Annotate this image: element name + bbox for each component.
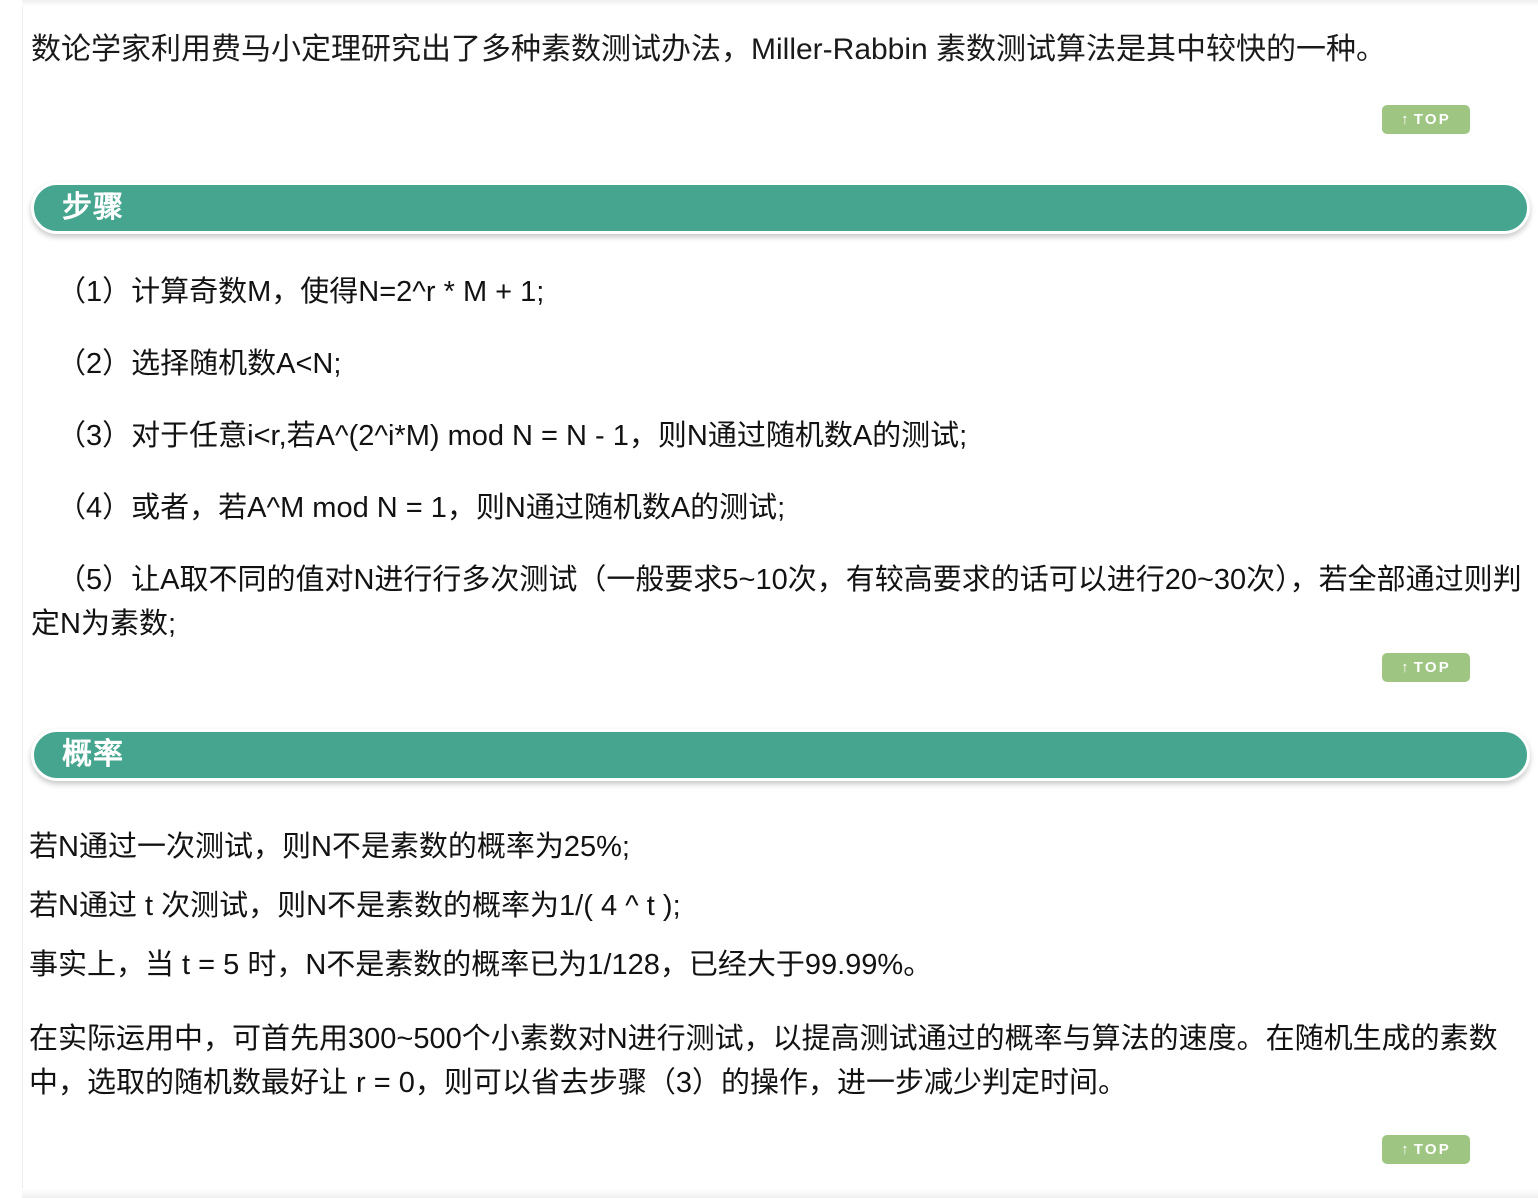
up-arrow-icon: ↑	[1401, 659, 1411, 676]
section-title-probability: 概率	[62, 738, 124, 771]
steps-list: （1）计算奇数M，使得N=2^r * M + 1; （2）选择随机数A<N; （…	[31, 270, 1529, 646]
up-arrow-icon: ↑	[1401, 1141, 1411, 1158]
probability-paragraph-4: 在实际运用中，可首先用300~500个小素数对N进行测试，以提高测试通过的概率与…	[29, 1023, 1498, 1099]
step-item-3: （3）对于任意i<r,若A^(2^i*M) mod N = N - 1，则N通过…	[57, 420, 968, 452]
back-to-top-label: TOP	[1413, 111, 1451, 128]
step-item-1: （1）计算奇数M，使得N=2^r * M + 1;	[57, 276, 545, 308]
up-arrow-icon: ↑	[1401, 111, 1411, 128]
intro-paragraph: 数论学家利用费马小定理研究出了多种素数测试办法，Miller-Rabbin 素数…	[31, 33, 1387, 66]
back-to-top-button-1[interactable]: ↑ TOP	[1382, 105, 1470, 134]
article-content: 数论学家利用费马小定理研究出了多种素数测试办法，Miller-Rabbin 素数…	[23, 0, 1538, 1198]
back-to-top-label: TOP	[1413, 659, 1451, 676]
probability-paragraph-3: 事实上，当 t = 5 时，N不是素数的概率已为1/128，已经大于99.99%…	[29, 949, 933, 981]
step-item-2: （2）选择随机数A<N;	[57, 348, 342, 380]
page-root: 数论学家利用费马小定理研究出了多种素数测试办法，Miller-Rabbin 素数…	[0, 0, 1538, 1198]
back-to-top-button-3[interactable]: ↑ TOP	[1382, 1135, 1470, 1164]
section-title-steps: 步骤	[62, 191, 124, 224]
step-item-4: （4）或者，若A^M mod N = 1，则N通过随机数A的测试;	[57, 492, 786, 524]
probability-paragraph-2: 若N通过 t 次测试，则N不是素数的概率为1/( 4 ^ t );	[29, 890, 681, 922]
back-to-top-button-2[interactable]: ↑ TOP	[1382, 653, 1470, 682]
step-item-5: （5）让A取不同的值对N进行行多次测试（一般要求5~10次，有较高要求的话可以进…	[31, 564, 1522, 640]
probability-paragraph-1: 若N通过一次测试，则N不是素数的概率为25%;	[29, 831, 630, 863]
section-header-steps: 步骤	[31, 182, 1530, 234]
back-to-top-label: TOP	[1413, 1141, 1451, 1158]
section-header-probability: 概率	[31, 729, 1530, 781]
